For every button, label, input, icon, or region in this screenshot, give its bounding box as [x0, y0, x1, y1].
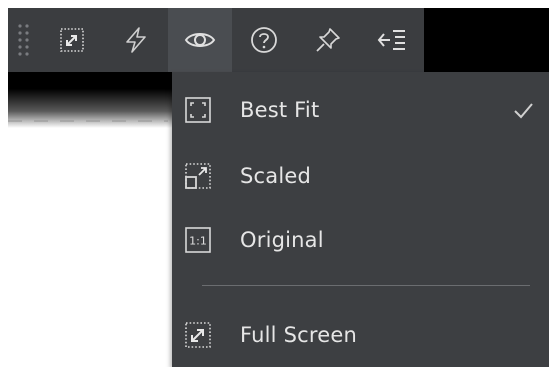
toolbar [8, 8, 549, 72]
original-size-icon-text: 1:1 [189, 235, 207, 248]
menu-item-label: Best Fit [240, 98, 320, 122]
help-button[interactable] [232, 8, 296, 72]
lightning-icon [126, 27, 146, 53]
pin-toolbar-button[interactable] [296, 8, 360, 72]
canvas-divider [8, 120, 168, 122]
menu-item-label: Scaled [240, 164, 312, 188]
menu-item-label: Original [240, 228, 324, 252]
collapse-menu-icon [377, 30, 405, 50]
best-fit-icon [184, 96, 212, 124]
menu-item-best-fit[interactable]: Best Fit [172, 80, 549, 140]
grip-handle-icon [18, 24, 29, 56]
view-options-button[interactable] [168, 8, 232, 72]
eye-icon [184, 33, 216, 47]
menu-item-label: Full Screen [240, 323, 357, 347]
quick-actions-button[interactable] [104, 8, 168, 72]
menu-item-full-screen[interactable]: Full Screen [172, 305, 549, 365]
help-circle-icon [251, 27, 277, 53]
viewer-window: Best Fit Scaled 1:1 Original Full Screen [0, 0, 549, 367]
menu-separator [202, 285, 530, 286]
checkmark-icon [514, 103, 533, 119]
scaled-icon [184, 162, 212, 190]
menu-item-scaled[interactable]: Scaled [172, 146, 549, 206]
collapse-menu-button[interactable] [360, 8, 424, 72]
menu-item-original[interactable]: 1:1 Original [172, 210, 549, 270]
toolbar-grip-handle[interactable] [8, 8, 40, 72]
pin-icon [316, 28, 340, 52]
fit-to-screen-button[interactable] [40, 8, 104, 72]
full-screen-icon [184, 321, 212, 349]
fit-to-screen-icon [60, 28, 84, 52]
view-mode-menu: Best Fit Scaled 1:1 Original Full Screen [172, 72, 549, 367]
original-size-icon: 1:1 [184, 226, 212, 254]
